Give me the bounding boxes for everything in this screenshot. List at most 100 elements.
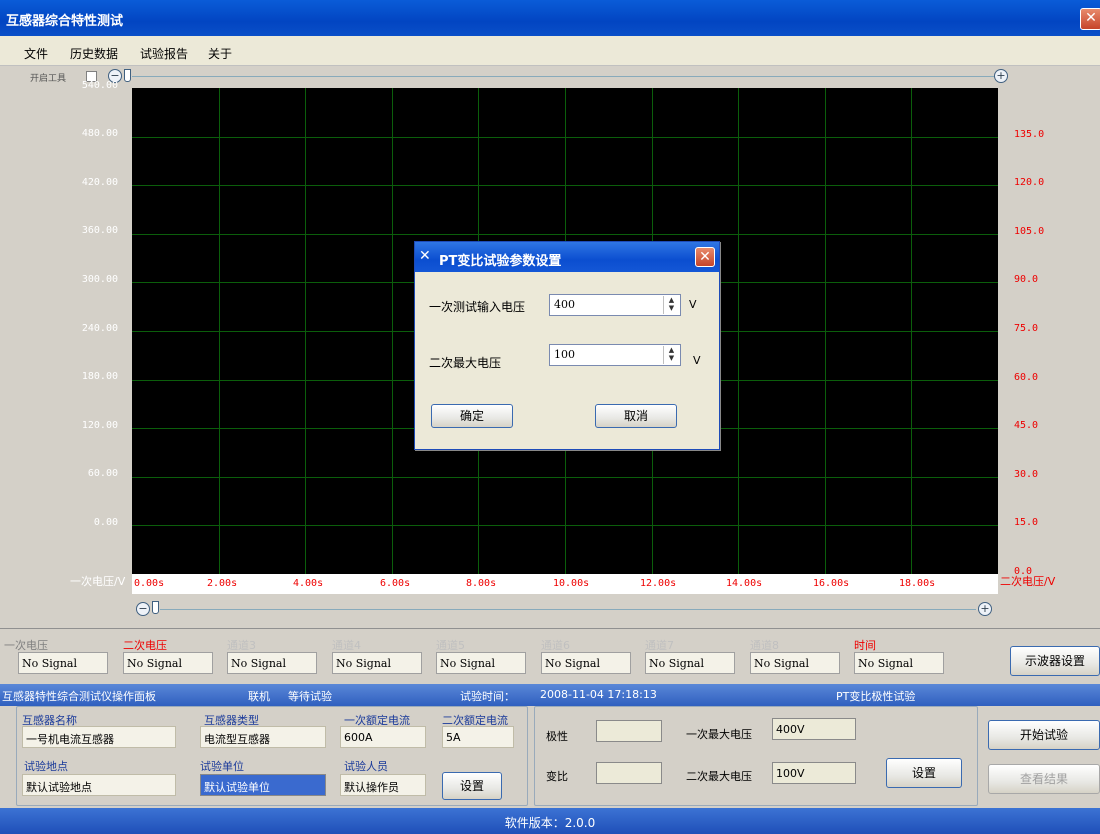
x-tick-label: 10.00s <box>553 578 590 589</box>
ratio-field <box>596 762 662 784</box>
scope-toolbar: 开启工具 − + <box>0 66 1100 88</box>
results-setup-button[interactable]: 设置 <box>886 758 962 788</box>
primary-voltage-value: 400 <box>554 298 575 311</box>
oscilloscope-settings-button[interactable]: 示波器设置 <box>1010 646 1100 676</box>
secondary-current-field[interactable]: 5A <box>442 726 514 748</box>
y-left-tick-label: 60.00 <box>87 468 118 480</box>
spinner-arrows-icon[interactable]: ▲ ▼ <box>663 346 679 364</box>
test-state: 等待试验 <box>288 690 332 703</box>
dialog-close-button[interactable]: ✕ <box>695 247 715 267</box>
channel-label: 通道8 <box>750 639 779 652</box>
test-time-value: 2008-11-04 17:18:13 <box>540 688 657 701</box>
channel-label: 通道5 <box>436 639 465 652</box>
type-field[interactable]: 电流型互感器 <box>200 726 326 748</box>
y-left-axis-label: 一次电压/V <box>70 575 126 588</box>
tool-toggle-label: 开启工具 <box>30 74 67 84</box>
x-tick-label: 2.00s <box>207 578 238 589</box>
y-right-tick-label: 105.0 <box>1014 226 1045 237</box>
secondary-max-label: 二次最大电压 <box>686 770 752 783</box>
window-title: 互感器综合特性测试 <box>6 14 124 29</box>
zoom-in-icon[interactable]: + <box>994 69 1008 83</box>
grid-line-horizontal <box>132 234 998 235</box>
operator-field[interactable]: 默认操作员 <box>340 774 426 796</box>
y-left-tick-label: 360.00 <box>81 225 118 237</box>
primary-voltage-label: 一次测试输入电压 <box>429 300 526 314</box>
menu-about[interactable]: 关于 <box>208 45 232 62</box>
primary-max-field: 400V <box>772 718 856 740</box>
x-tick-label: 16.00s <box>813 578 850 589</box>
current-test-name: PT变比极性试验 <box>836 690 916 703</box>
channel-value: No Signal <box>436 652 526 674</box>
dialog-ok-button[interactable]: 确定 <box>431 404 513 428</box>
secondary-max-field: 100V <box>772 762 856 784</box>
dialog-cancel-button[interactable]: 取消 <box>595 404 677 428</box>
x-tick-label: 8.00s <box>466 578 497 589</box>
grid-line-horizontal <box>132 137 998 138</box>
y-right-axis-label: 二次电压/V <box>1000 575 1056 588</box>
primary-voltage-spinner[interactable]: 400 ▲ ▼ <box>549 294 681 316</box>
status-strip: 互感器特性综合测试仪操作面板 联机 等待试验 试验时间： 2008-11-04 … <box>0 684 1100 706</box>
secondary-voltage-spinner[interactable]: 100 ▲ ▼ <box>549 344 681 366</box>
version-footer: 软件版本：2.0.0 <box>0 808 1100 834</box>
connection-status: 联机 <box>248 690 270 703</box>
spinner-arrows-icon[interactable]: ▲ ▼ <box>663 296 679 314</box>
unit-field[interactable]: 默认试验单位 <box>200 774 326 796</box>
unit-label: 试验单位 <box>200 760 244 773</box>
secondary-voltage-label: 二次最大电压 <box>429 356 502 370</box>
y-right-tick-label: 135.0 <box>1014 129 1045 140</box>
x-tick-label: 4.00s <box>293 578 324 589</box>
y-right-tick-label: 15.0 <box>1014 517 1039 528</box>
operation-panel: 互感器名称 一号机电流互感器 互感器类型 电流型互感器 一次额定电流 600A … <box>0 706 1100 808</box>
view-results-button[interactable]: 查看结果 <box>988 764 1100 794</box>
channel-value: No Signal <box>645 652 735 674</box>
ratio-label: 变比 <box>546 770 568 783</box>
menu-bar: 文件 历史数据 试验报告 关于 <box>0 36 1100 66</box>
grid-line-horizontal <box>132 477 998 478</box>
y-right-tick-label: 75.0 <box>1014 323 1039 334</box>
window-close-button[interactable]: ✕ <box>1080 8 1100 30</box>
panel-name: 互感器特性综合测试仪操作面板 <box>2 690 156 703</box>
channel-label: 通道3 <box>227 639 256 652</box>
x-tick-label: 14.00s <box>726 578 763 589</box>
x-tick-label: 18.00s <box>899 578 936 589</box>
test-time-label: 试验时间： <box>460 690 515 703</box>
y-left-tick-label: 240.00 <box>81 323 118 335</box>
y-left-tick-label: 180.00 <box>81 371 118 383</box>
primary-voltage-unit: V <box>689 298 697 311</box>
operator-label: 试验人员 <box>344 760 388 773</box>
polarity-label: 极性 <box>546 730 568 743</box>
site-field[interactable]: 默认试验地点 <box>22 774 176 796</box>
x-tick-label: 6.00s <box>380 578 411 589</box>
primary-current-field[interactable]: 600A <box>340 726 426 748</box>
scroll-left-icon[interactable]: − <box>136 602 150 616</box>
bottom-slider-thumb[interactable] <box>152 601 159 614</box>
channel-value: No Signal <box>227 652 317 674</box>
channel-value: No Signal <box>123 652 213 674</box>
y-left-tick-label: 480.00 <box>81 128 118 140</box>
channel-value: No Signal <box>854 652 944 674</box>
y-right-tick-label: 90.0 <box>1014 274 1039 285</box>
channel-value: No Signal <box>750 652 840 674</box>
top-slider-thumb[interactable] <box>124 69 131 82</box>
menu-history[interactable]: 历史数据 <box>70 45 118 62</box>
grid-line-horizontal <box>132 185 998 186</box>
polarity-field <box>596 720 662 742</box>
dialog-title: PT变比试验参数设置 <box>439 254 562 269</box>
secondary-voltage-unit: V <box>693 354 701 367</box>
y-right-tick-label: 30.0 <box>1014 469 1039 480</box>
y-left-tick-label: 420.00 <box>81 177 118 189</box>
start-test-button[interactable]: 开始试验 <box>988 720 1100 750</box>
scroll-right-icon[interactable]: + <box>978 602 992 616</box>
name-field[interactable]: 一号机电流互感器 <box>22 726 176 748</box>
top-slider-track[interactable] <box>132 76 996 77</box>
grid-line-horizontal <box>132 525 998 526</box>
y-right-tick-label: 60.0 <box>1014 372 1039 383</box>
tools-icon: ✕ <box>419 248 431 264</box>
channel-label: 时间 <box>854 639 876 652</box>
dialog-title-bar: ✕ PT变比试验参数设置 ✕ <box>415 242 719 272</box>
info-setup-button[interactable]: 设置 <box>442 772 502 800</box>
menu-report[interactable]: 试验报告 <box>140 45 188 62</box>
channel-label: 通道4 <box>332 639 361 652</box>
menu-file[interactable]: 文件 <box>24 45 48 62</box>
bottom-slider-track[interactable] <box>160 609 976 610</box>
